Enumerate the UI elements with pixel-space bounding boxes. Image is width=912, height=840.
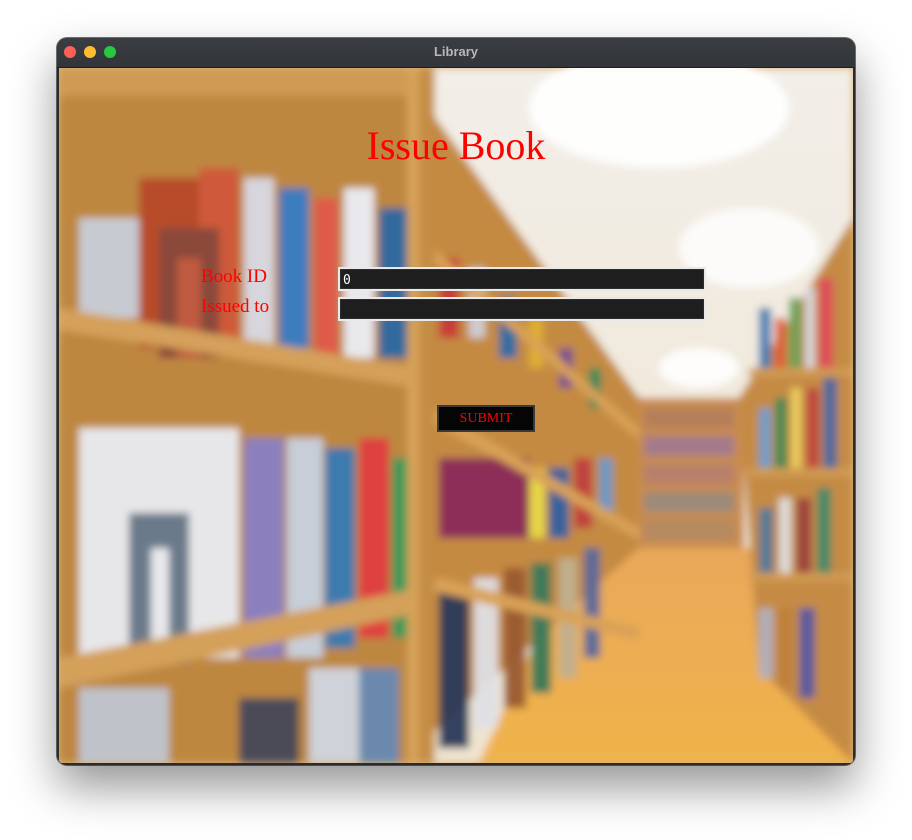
window-title: Library: [433, 44, 479, 59]
book-id-label: Book ID: [201, 266, 267, 287]
submit-button[interactable]: SUBMIT: [437, 405, 535, 432]
issued-to-label: Issued to: [201, 296, 270, 317]
issued-to-input[interactable]: [338, 297, 706, 321]
app-window: Library Issue Book Book ID 0 Issued to S…: [57, 38, 855, 765]
title-bar[interactable]: Library: [57, 38, 855, 68]
page-title: Issue Book: [366, 123, 546, 168]
app-content: Issue Book Book ID Issued to SUBMIT: [59, 68, 853, 763]
book-id-input[interactable]: [338, 267, 706, 291]
